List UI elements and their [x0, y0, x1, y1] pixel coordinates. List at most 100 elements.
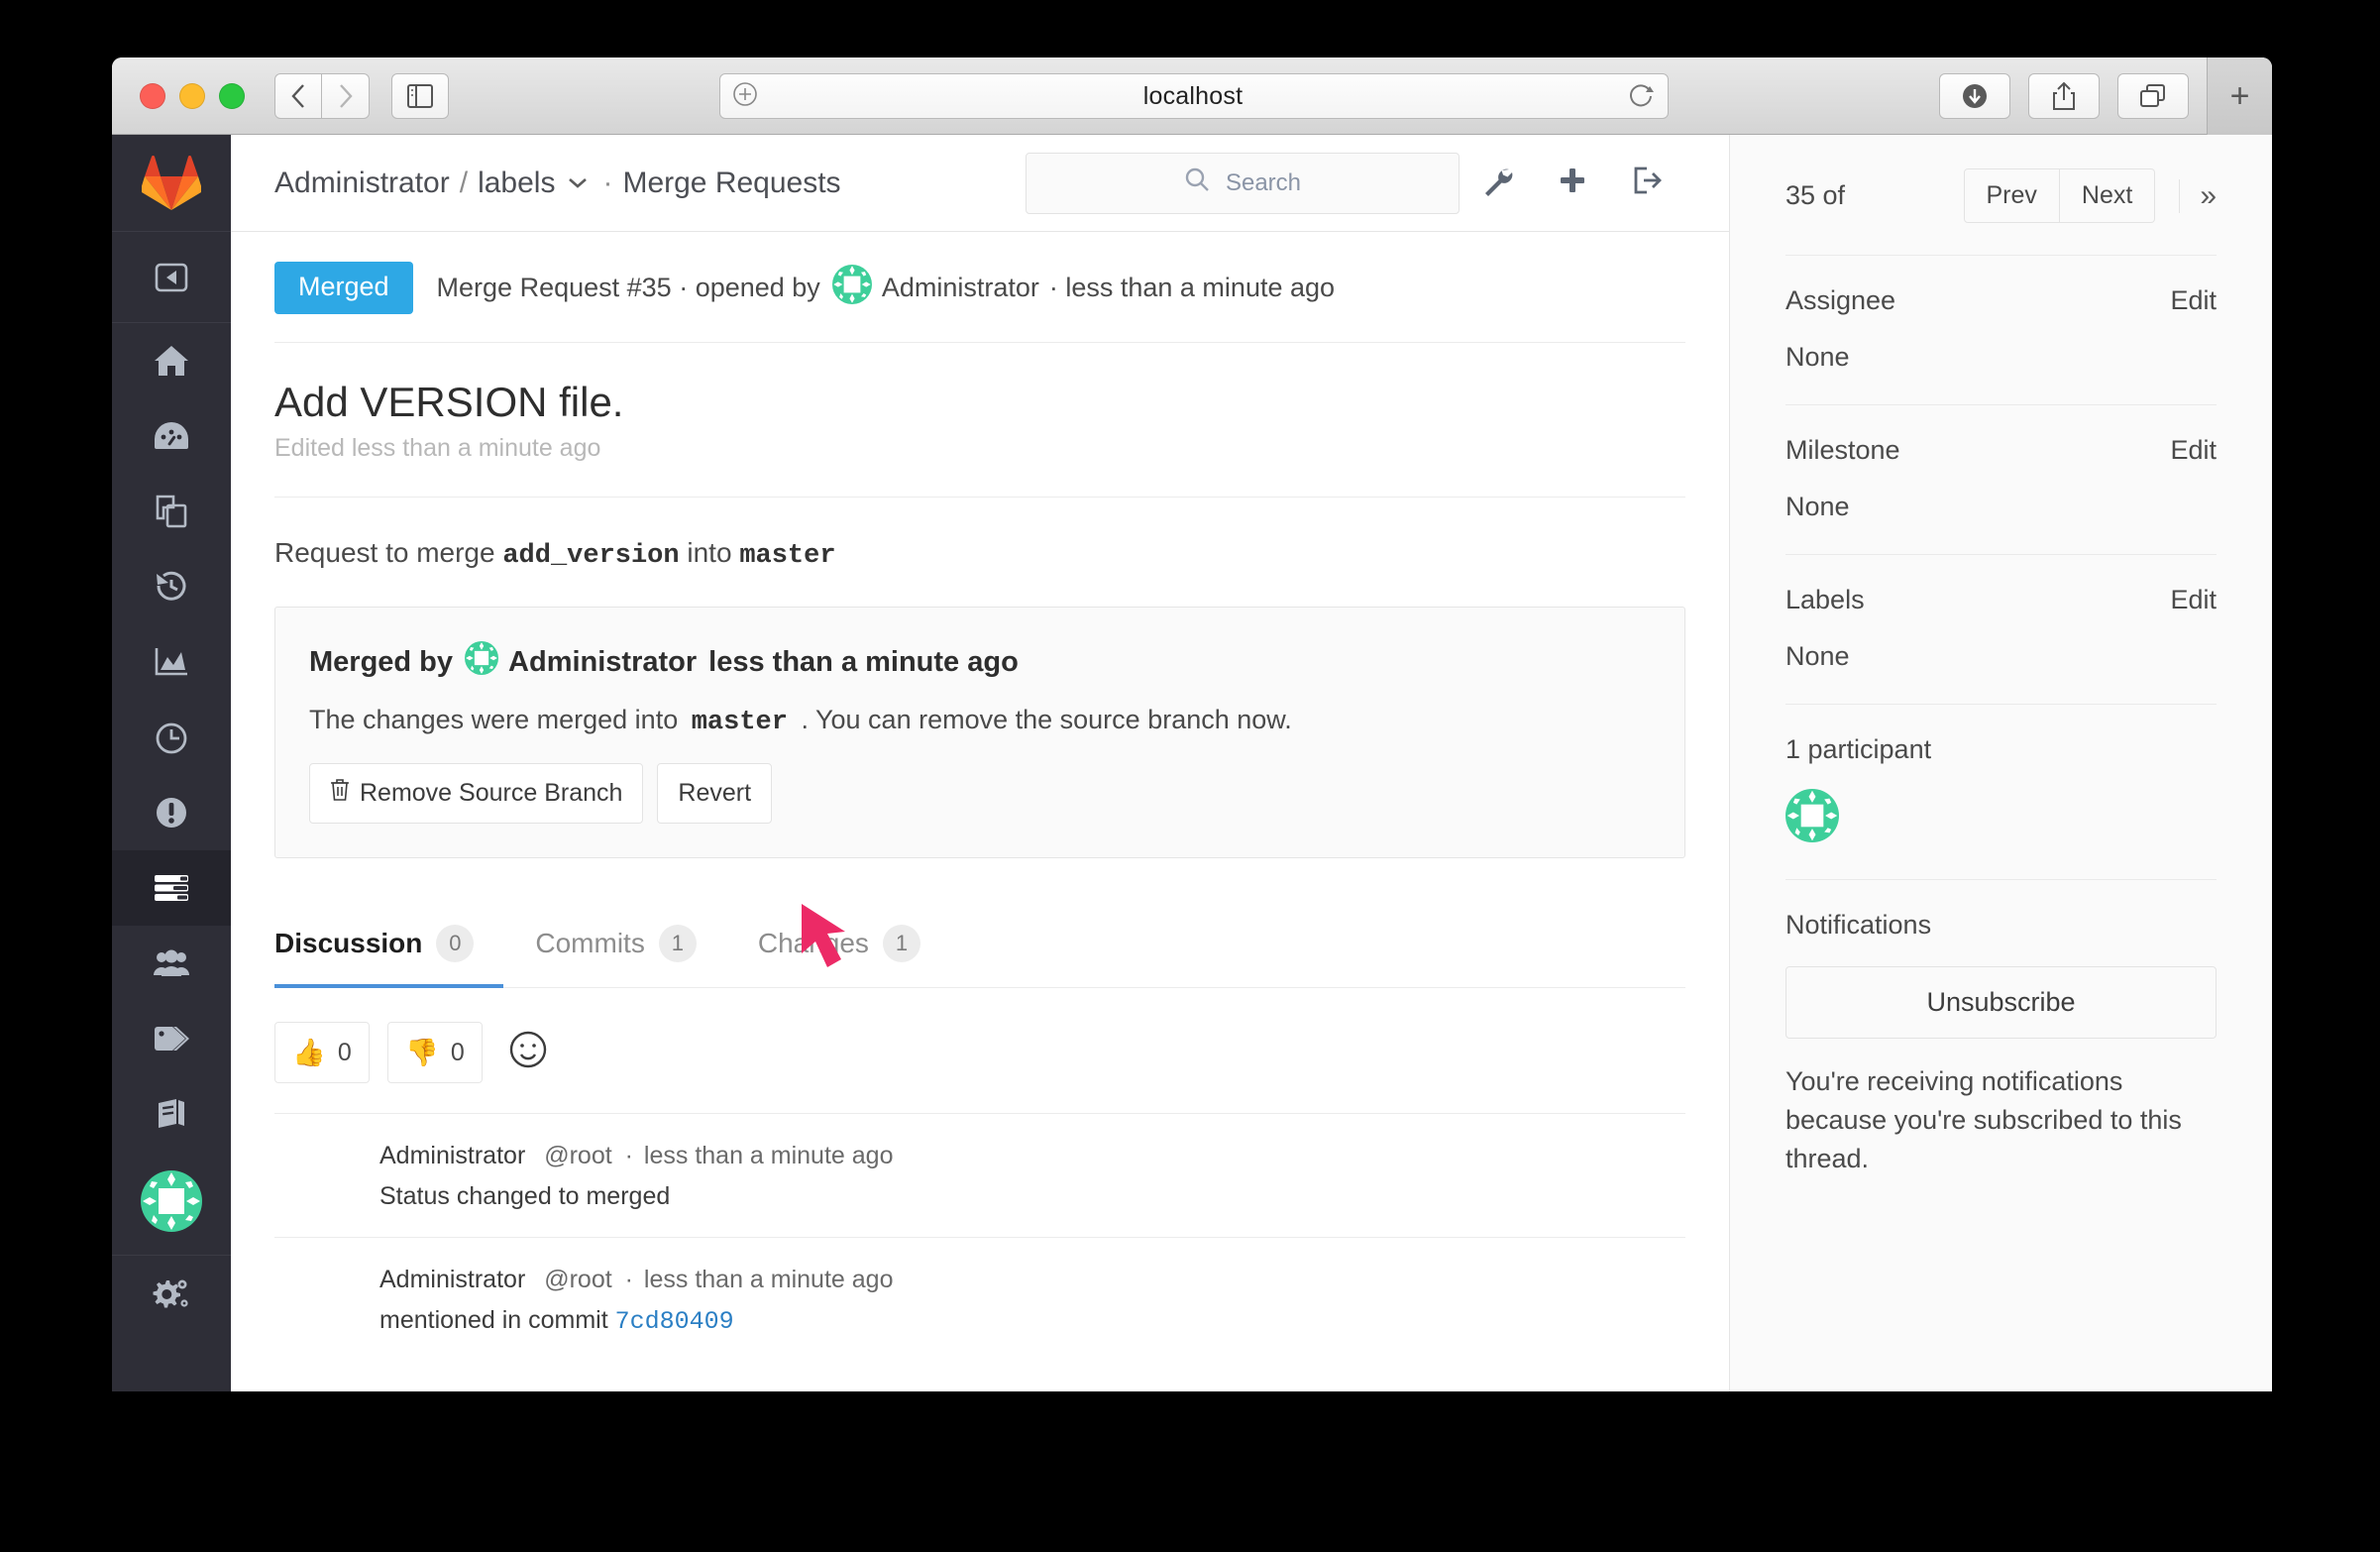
reload-icon[interactable] — [1628, 80, 1656, 113]
sidebar-item-activity[interactable] — [112, 398, 231, 474]
breadcrumb-slash: / — [459, 166, 469, 199]
files-icon — [154, 495, 189, 528]
sidebar-notifications-block: Notifications Unsubscribe You're receivi… — [1785, 879, 2217, 1210]
tab-changes-count: 1 — [882, 925, 920, 962]
breadcrumb-namespace[interactable]: Administrator — [274, 166, 450, 200]
address-bar-url[interactable]: localhost — [758, 82, 1628, 111]
mr-meta-prefix: Merge Request #35 · opened by — [436, 273, 820, 302]
breadcrumb-project[interactable]: labels — [478, 166, 555, 200]
sidebar-item-repository[interactable] — [112, 474, 231, 549]
note-author[interactable]: Administrator — [379, 1142, 525, 1169]
collapse-sidebar-icon[interactable]: » — [2179, 178, 2217, 213]
next-button[interactable]: Next — [2059, 168, 2156, 223]
back-button[interactable] — [274, 72, 322, 119]
issuable-counter: 35 of — [1785, 180, 1846, 210]
unsubscribe-button[interactable]: Unsubscribe — [1785, 966, 2217, 1039]
sidebar-item-collapse-sidebar[interactable] — [112, 232, 231, 323]
thumbsup-award-button[interactable]: 👍 0 — [274, 1022, 370, 1083]
commit-link[interactable]: 7cd80409 — [615, 1307, 734, 1336]
thumbsdown-award-button[interactable]: 👎 0 — [387, 1022, 483, 1083]
merge-widget-description: The changes were merged into master . Yo… — [309, 705, 1651, 737]
new-dropdown-button[interactable] — [1535, 166, 1610, 199]
status-badge: Merged — [274, 262, 413, 314]
gitlab-logo[interactable] — [112, 135, 231, 232]
chevron-down-icon[interactable] — [567, 174, 589, 194]
sidebar-item-labels[interactable] — [112, 1001, 231, 1076]
nav-buttons — [274, 72, 370, 119]
tab-commits[interactable]: Commits 1 — [535, 903, 725, 988]
prev-button[interactable]: Prev — [1963, 168, 2060, 223]
share-button[interactable] — [2028, 73, 2100, 119]
tab-overview-button[interactable] — [2117, 73, 2189, 119]
browser-toolbar: localhost + — [112, 57, 2272, 135]
note-author[interactable]: Administrator — [379, 1266, 525, 1293]
clock-icon — [155, 721, 188, 754]
sidebar-item-wiki[interactable] — [112, 1076, 231, 1152]
dashboard-icon — [154, 421, 189, 451]
add-reaction-button[interactable] — [508, 1030, 548, 1076]
maximize-window-button[interactable] — [219, 82, 245, 109]
tab-commits-label: Commits — [535, 928, 645, 958]
sidebar-item-milestones[interactable] — [112, 700, 231, 775]
labels-edit-link[interactable]: Edit — [2170, 585, 2217, 615]
note-handle[interactable]: @root — [532, 1266, 611, 1293]
assignee-value: None — [1785, 342, 1850, 372]
downloads-button[interactable] — [1939, 73, 2010, 119]
breadcrumb-section[interactable]: Merge Requests — [622, 166, 840, 200]
new-tab-button[interactable]: + — [2207, 57, 2272, 135]
collapse-panel-icon — [155, 261, 188, 294]
author-avatar-identicon — [831, 265, 872, 311]
thumbsdown-count: 0 — [450, 1038, 465, 1066]
tab-discussion[interactable]: Discussion 0 — [274, 903, 504, 988]
merge-text-branch: master — [691, 708, 788, 737]
close-window-button[interactable] — [140, 82, 165, 109]
sidebar-item-issues[interactable] — [112, 775, 231, 850]
merge-text-suffix: . You can remove the source branch now. — [801, 705, 1292, 734]
forward-button[interactable] — [322, 72, 370, 119]
tab-changes[interactable]: Changes 1 — [758, 903, 950, 988]
merged-by-line: Merged by Administrator less than a minu… — [309, 641, 1651, 683]
sidebar-item-commits[interactable] — [112, 549, 231, 624]
note-handle[interactable]: @root — [532, 1142, 611, 1169]
breadcrumb-dot: · — [602, 166, 613, 199]
participant-avatar-identicon[interactable] — [1785, 789, 1839, 846]
sidebar-item-project-home[interactable] — [112, 323, 231, 398]
note-timestamp: less than a minute ago — [643, 1266, 894, 1293]
sidebar-item-members[interactable] — [112, 926, 231, 1001]
thumbsup-icon: 👍 — [292, 1038, 326, 1067]
sidebar-item-merge-requests[interactable] — [112, 850, 231, 926]
rail-user-avatar[interactable] — [141, 1152, 202, 1255]
mr-author-name[interactable]: Administrator — [882, 273, 1039, 303]
mr-edited-timestamp: Edited less than a minute ago — [274, 426, 1685, 498]
people-icon — [153, 948, 190, 978]
gitlab-left-sidebar — [112, 135, 231, 1391]
milestone-label: Milestone — [1785, 435, 1900, 465]
sign-out-button[interactable] — [1610, 166, 1685, 199]
history-icon — [154, 570, 189, 604]
pager-buttons: Prev Next — [1963, 168, 2156, 223]
sidebar-labels-header: Labels Edit — [1785, 585, 2217, 615]
mr-meta-suffix: · less than a minute ago — [1048, 273, 1336, 302]
content-wrapper: Administrator / labels · Merge Requests — [231, 135, 2272, 1391]
address-bar[interactable]: localhost — [719, 73, 1669, 119]
sidebar-item-graphs[interactable] — [112, 624, 231, 700]
top-nav-right: Search — [1026, 152, 1685, 214]
sidebar-toggle-button[interactable] — [391, 72, 449, 119]
merged-by-user[interactable]: Administrator — [508, 646, 697, 679]
remove-source-branch-button[interactable]: Remove Source Branch — [309, 763, 644, 824]
gears-icon — [153, 1276, 190, 1310]
source-branch[interactable]: add_version — [502, 541, 679, 571]
minimize-window-button[interactable] — [179, 82, 205, 109]
sidebar-milestone-block: Milestone Edit None — [1785, 404, 2217, 554]
admin-area-button[interactable] — [1460, 165, 1535, 201]
revert-button[interactable]: Revert — [657, 763, 773, 824]
book-icon — [155, 1098, 188, 1130]
reader-plus-icon[interactable] — [732, 81, 758, 112]
assignee-edit-link[interactable]: Edit — [2170, 285, 2217, 316]
issues-icon — [155, 796, 188, 830]
target-branch[interactable]: master — [739, 541, 835, 571]
sidebar-item-settings[interactable] — [112, 1256, 231, 1331]
search-input[interactable]: Search — [1026, 152, 1460, 214]
milestone-edit-link[interactable]: Edit — [2170, 435, 2217, 466]
home-icon — [154, 344, 189, 378]
